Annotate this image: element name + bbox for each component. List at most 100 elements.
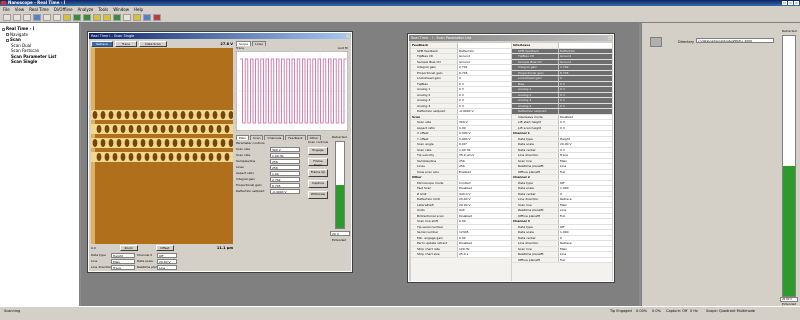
samples-line-field[interactable]: 256 bbox=[270, 158, 300, 164]
param-value[interactable]: 0 bbox=[457, 76, 511, 81]
param-value[interactable]: 20.00 V bbox=[457, 197, 511, 202]
param-value[interactable]: Off bbox=[558, 224, 612, 229]
settings-icon[interactable] bbox=[143, 14, 151, 21]
param-value[interactable]: Full bbox=[558, 169, 612, 174]
param-value[interactable]: Main bbox=[558, 202, 612, 207]
new-icon[interactable] bbox=[3, 14, 11, 21]
param-value[interactable]: 20.00 V bbox=[558, 142, 612, 147]
paste-icon[interactable] bbox=[53, 14, 61, 21]
data-scale-field[interactable]: 20.00 V bbox=[157, 258, 177, 264]
withdraw-button[interactable]: Withdraw bbox=[308, 191, 328, 199]
param-value[interactable]: Full bbox=[558, 257, 612, 262]
param-value[interactable]: Main bbox=[558, 246, 612, 251]
minimize-button[interactable] bbox=[782, 1, 787, 5]
param-value[interactable]: Disabled bbox=[457, 241, 511, 246]
param-value[interactable]: 0.000 V bbox=[457, 136, 511, 141]
open-icon[interactable] bbox=[13, 14, 21, 21]
param-value[interactable]: 20.00 V bbox=[457, 202, 511, 207]
param-value[interactable]: 0 V bbox=[558, 87, 612, 92]
data-scan-button[interactable]: Data Scan bbox=[139, 41, 167, 47]
scope-plot[interactable] bbox=[236, 51, 348, 131]
param-value[interactable]: Full bbox=[558, 213, 612, 218]
param-value[interactable]: 0 bbox=[558, 191, 612, 196]
param-value[interactable]: 6.745 bbox=[558, 70, 612, 75]
print-icon[interactable] bbox=[33, 14, 41, 21]
folder-icon[interactable] bbox=[63, 14, 71, 21]
param-value[interactable]: 0 bbox=[558, 76, 612, 81]
close-button[interactable] bbox=[794, 1, 799, 5]
frame-down-button[interactable]: Frame Down bbox=[308, 158, 328, 167]
param-value[interactable]: Retrace bbox=[558, 241, 612, 246]
param-value[interactable]: Ground bbox=[558, 54, 612, 59]
integral-gain-field[interactable]: 2.742 bbox=[270, 176, 300, 182]
param-value[interactable] bbox=[558, 109, 612, 114]
lines-field[interactable]: 256 bbox=[270, 164, 300, 170]
menu-file[interactable]: File bbox=[3, 6, 10, 13]
menu-offline[interactable]: Di/Offline bbox=[54, 6, 73, 13]
param-value[interactable]: 0 V bbox=[457, 87, 511, 92]
param-value[interactable]: Line bbox=[558, 208, 612, 213]
param-value[interactable]: Contact bbox=[457, 180, 511, 185]
param-value[interactable]: 0 bbox=[558, 235, 612, 240]
param-value[interactable]: Disabled bbox=[457, 213, 511, 218]
param-value[interactable]: 1.00 Hz bbox=[457, 147, 511, 152]
param-value[interactable]: Line bbox=[558, 252, 612, 257]
param-value[interactable]: 0 V bbox=[457, 92, 511, 97]
param-value[interactable]: Ground bbox=[558, 59, 612, 64]
proportional-gain-field[interactable]: 6.745 bbox=[270, 182, 300, 188]
capture-icon[interactable] bbox=[93, 14, 101, 21]
channel2-select[interactable]: Off bbox=[157, 252, 177, 258]
menu-real-time[interactable]: Real Time bbox=[29, 6, 49, 13]
param-value[interactable]: 0.000 V bbox=[457, 131, 511, 136]
param-value[interactable]: 100 Hz bbox=[457, 246, 511, 251]
param-value[interactable]: Deflection bbox=[558, 48, 612, 53]
offset-button[interactable]: Offset bbox=[155, 245, 174, 251]
close-icon[interactable] bbox=[608, 36, 612, 40]
param-value[interactable]: Ground bbox=[457, 54, 511, 59]
param-value[interactable]: 0 V bbox=[558, 120, 612, 125]
save-icon[interactable] bbox=[23, 14, 31, 21]
param-value[interactable]: 2.742 bbox=[558, 65, 612, 70]
param-value[interactable]: Deflection bbox=[457, 48, 511, 53]
param-value[interactable]: 0 V bbox=[558, 92, 612, 97]
param-value[interactable]: 0.02 bbox=[457, 235, 511, 240]
menu-tools[interactable]: Tools bbox=[98, 6, 108, 13]
param-value[interactable]: 0 V bbox=[558, 81, 612, 86]
param-value[interactable]: 2.742 bbox=[457, 65, 511, 70]
copy-icon[interactable] bbox=[43, 14, 51, 21]
param-value[interactable]: 1.000 bbox=[558, 230, 612, 235]
zoom-button[interactable]: Zoom bbox=[119, 245, 138, 251]
param-value[interactable]: 25.0 s bbox=[457, 252, 511, 257]
param-value[interactable]: 256 bbox=[457, 164, 511, 169]
filter-icon[interactable] bbox=[123, 14, 131, 21]
param-value[interactable]: 0 V bbox=[457, 81, 511, 86]
param-value[interactable]: Disabled bbox=[457, 186, 511, 191]
param-value[interactable]: 0 V bbox=[558, 98, 612, 103]
param-value[interactable]: 12345 bbox=[457, 230, 511, 235]
param-value[interactable]: Line bbox=[558, 164, 612, 169]
param-value[interactable]: Volt bbox=[457, 208, 511, 213]
probe-icon[interactable] bbox=[133, 14, 141, 21]
menu-analyze[interactable]: Analyze bbox=[78, 6, 94, 13]
param-row[interactable]: Offline planefit Full bbox=[512, 257, 612, 263]
line-select[interactable]: Main bbox=[111, 258, 135, 264]
capture-folder-icon[interactable] bbox=[650, 37, 662, 47]
data-type-select[interactable]: Height bbox=[111, 252, 135, 258]
param-value[interactable]: Retrace bbox=[558, 197, 612, 202]
maximize-button[interactable] bbox=[788, 1, 793, 5]
scan-rate-field[interactable]: 1.00 Hz bbox=[270, 152, 300, 158]
scan-size-field[interactable]: 300 V bbox=[270, 146, 300, 152]
param-value[interactable]: 0 V bbox=[457, 103, 511, 108]
frame-up-button[interactable]: Frame Up bbox=[308, 169, 328, 177]
capture-directory-field[interactable]: c:\data\nadia\calibrate\ZPAD+ 2006 bbox=[696, 38, 774, 43]
param-value[interactable]: 0 V bbox=[457, 98, 511, 103]
line-direction-select[interactable]: Trace bbox=[111, 264, 135, 270]
param-value[interactable]: Enabled bbox=[457, 169, 511, 174]
stop-icon[interactable] bbox=[153, 14, 161, 21]
param-value[interactable]: 0 V bbox=[558, 125, 612, 130]
param-value[interactable]: Off bbox=[558, 180, 612, 185]
param-value[interactable]: 1.00 bbox=[457, 125, 511, 130]
frame-icon[interactable] bbox=[103, 14, 111, 21]
param-value[interactable]: 6.745 bbox=[457, 70, 511, 75]
withdraw-icon[interactable] bbox=[83, 14, 91, 21]
